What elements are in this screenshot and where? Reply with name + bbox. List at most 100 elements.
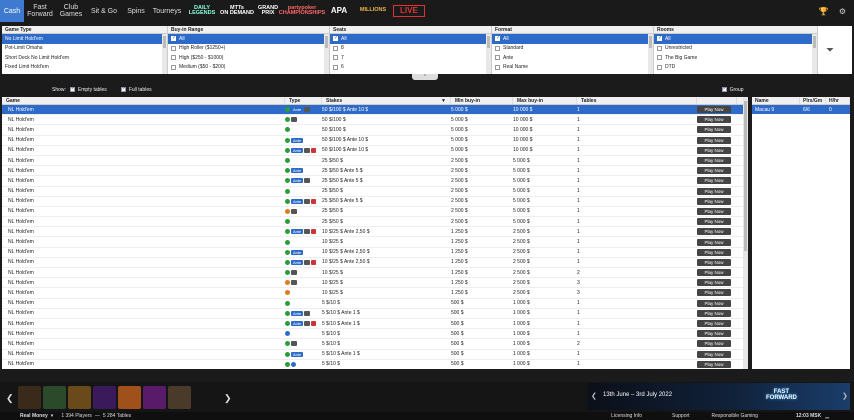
game-thumbnail[interactable] bbox=[93, 386, 116, 409]
play-now-button[interactable]: Play Now bbox=[697, 116, 731, 124]
scrollbar[interactable] bbox=[648, 34, 653, 74]
seats-option[interactable]: 6 bbox=[330, 63, 491, 73]
format-option[interactable]: All bbox=[492, 34, 653, 44]
checkbox[interactable] bbox=[495, 35, 500, 42]
checkbox[interactable] bbox=[495, 45, 500, 51]
rooms-option[interactable]: Unrestricted bbox=[654, 44, 817, 54]
checkbox[interactable] bbox=[171, 55, 176, 61]
table-row[interactable]: NL Hold'em 10 $/25 $ 1 250 $ 2 500 $ 2 Play N… bbox=[2, 268, 743, 279]
checkbox[interactable] bbox=[657, 64, 662, 70]
scrollbar[interactable] bbox=[162, 34, 167, 74]
responsible-gaming-link[interactable]: Responsible Gaming bbox=[712, 413, 758, 419]
play-now-button[interactable]: Play Now bbox=[697, 157, 731, 165]
game-thumbnail[interactable] bbox=[68, 386, 91, 409]
table-row[interactable]: NL Hold'em 25 $/50 $ 2 500 $ 5 000 $ 1 Play N… bbox=[2, 156, 743, 167]
seats-option[interactable]: All bbox=[330, 34, 491, 44]
table-row[interactable]: NL Hold'em 5 $/10 $ 500 $ 1 000 $ 1 Play Now bbox=[2, 360, 743, 369]
buy-in-option[interactable]: Medium ($50 - $200) bbox=[168, 63, 329, 73]
scroll-right-icon[interactable]: ❯ bbox=[224, 393, 232, 404]
play-now-button[interactable]: Play Now bbox=[697, 136, 731, 144]
format-option[interactable]: Standard bbox=[492, 44, 653, 54]
column-stakes[interactable]: Stakes ▼ bbox=[322, 97, 451, 104]
play-now-button[interactable]: Play Now bbox=[697, 167, 731, 175]
tab-fast-forward[interactable]: Fast Forward bbox=[24, 0, 56, 22]
empty-tables-checkbox[interactable] bbox=[69, 86, 75, 92]
scrollbar[interactable] bbox=[812, 34, 817, 74]
filter-icon[interactable]: ⏷ bbox=[818, 26, 842, 74]
play-now-button[interactable]: Play Now bbox=[697, 340, 731, 348]
tab-club-games[interactable]: Club Games bbox=[56, 0, 86, 22]
play-now-button[interactable]: Play Now bbox=[697, 269, 731, 277]
partypoker-championships-logo[interactable]: partypoker CHAMPIONSHIPS bbox=[279, 0, 325, 22]
checkbox[interactable] bbox=[495, 55, 500, 61]
tab-sit-and-go[interactable]: Sit & Go bbox=[86, 0, 122, 22]
scrollbar[interactable] bbox=[324, 34, 329, 74]
buy-in-option[interactable]: All bbox=[168, 34, 329, 44]
tab-cash[interactable]: Cash bbox=[0, 0, 24, 22]
format-option[interactable]: Real Name bbox=[492, 63, 653, 73]
table-row[interactable]: NL Hold'em Ante 50 $/100 $ Ante 10 $ 5 000 … bbox=[2, 105, 743, 116]
money-mode-select[interactable]: Real Money bbox=[20, 413, 48, 419]
seats-option[interactable]: 7 bbox=[330, 53, 491, 63]
mtts-on-demand-logo[interactable]: MTTs ON DEMAND bbox=[220, 0, 254, 22]
table-row[interactable]: NL Hold'em Ante 10 $/25 $ Ante 2,50 $ 1 250… bbox=[2, 258, 743, 268]
table-row[interactable]: NL Hold'em Ante 10 $/25 $ Ante 2,50 $ 1 250… bbox=[2, 248, 743, 258]
play-now-button[interactable]: Play Now bbox=[697, 177, 731, 185]
play-now-button[interactable]: Play Now bbox=[697, 360, 731, 368]
tab-tourneys[interactable]: Tourneys bbox=[150, 0, 184, 22]
checkbox[interactable] bbox=[333, 64, 338, 70]
column-max-buyin[interactable]: Max buy-in bbox=[513, 97, 577, 104]
scroll-left-icon[interactable]: ❮ bbox=[6, 393, 14, 404]
column-type[interactable]: Type bbox=[285, 97, 322, 104]
table-row[interactable]: NL Hold'em 5 $/10 $ 500 $ 1 000 $ 1 Play Now bbox=[2, 329, 743, 340]
table-row[interactable]: NL Hold'em 5 $/10 $ 500 $ 1 000 $ 1 Play Now bbox=[2, 299, 743, 309]
play-now-button[interactable]: Play Now bbox=[697, 228, 731, 236]
banner-prev-icon[interactable]: ❮ bbox=[591, 392, 597, 400]
table-row[interactable]: NL Hold'em Ante 25 $/50 $ Ante 5 $ 2 500 $ 5… bbox=[2, 166, 743, 177]
rooms-option[interactable]: DTD bbox=[654, 63, 817, 73]
rooms-option[interactable]: All bbox=[654, 34, 817, 44]
table-list-item[interactable]: Macau 9 6/6 0 bbox=[752, 105, 850, 114]
game-type-option[interactable]: Fixed Limit Hold'em bbox=[2, 63, 167, 73]
buy-in-option[interactable]: High ($250 - $1000) bbox=[168, 53, 329, 63]
table-row[interactable]: NL Hold'em 25 $/50 $ 2 500 $ 5 000 $ 1 Play N… bbox=[2, 217, 743, 228]
millions-logo[interactable]: MILLIONS bbox=[356, 0, 390, 22]
column-players[interactable]: Plrs/Gm bbox=[800, 97, 826, 104]
game-thumbnail[interactable] bbox=[143, 386, 166, 409]
promo-banner[interactable]: ❮ 13th June – 3rd July 2022 FAST FORWARD… bbox=[588, 383, 850, 410]
table-row[interactable]: NL Hold'em 5 $/10 $ 500 $ 1 000 $ 2 Play Now bbox=[2, 339, 743, 350]
play-now-button[interactable]: Play Now bbox=[697, 238, 731, 246]
rooms-option[interactable]: The Big Game bbox=[654, 53, 817, 63]
checkbox[interactable] bbox=[171, 45, 176, 51]
checkbox[interactable] bbox=[171, 64, 176, 70]
table-row[interactable]: NL Hold'em 10 $/25 $ 1 250 $ 2 500 $ 1 Play N… bbox=[2, 237, 743, 248]
game-thumbnail[interactable] bbox=[18, 386, 41, 409]
tab-spins[interactable]: Spins bbox=[122, 0, 150, 22]
table-row[interactable]: NL Hold'em Ante 10 $/25 $ Ante 2,50 $ 1 250… bbox=[2, 227, 743, 238]
checkbox[interactable] bbox=[333, 55, 338, 61]
buy-in-option[interactable]: High Roller ($1250+) bbox=[168, 44, 329, 54]
play-now-button[interactable]: Play Now bbox=[697, 330, 731, 338]
support-link[interactable]: Support bbox=[672, 413, 690, 419]
table-row[interactable]: NL Hold'em Ante 25 $/50 $ Ante 5 $ 2 500 $ 5… bbox=[2, 176, 743, 187]
game-thumbnail[interactable] bbox=[168, 386, 191, 409]
play-now-button[interactable]: Play Now bbox=[697, 106, 731, 114]
full-tables-checkbox[interactable] bbox=[120, 86, 126, 92]
play-now-button[interactable]: Play Now bbox=[697, 218, 731, 226]
live-logo[interactable]: LIVE bbox=[393, 5, 425, 17]
play-now-button[interactable]: Play Now bbox=[697, 248, 731, 256]
play-now-button[interactable]: Play Now bbox=[697, 146, 731, 154]
minimize-icon[interactable]: ▁ bbox=[825, 413, 829, 419]
game-thumbnail[interactable] bbox=[43, 386, 66, 409]
checkbox[interactable] bbox=[333, 35, 338, 42]
game-type-option[interactable]: Short Deck No Limit Hold'em bbox=[2, 53, 167, 63]
table-row[interactable]: NL Hold'em Ante 25 $/50 $ Ante 5 $ 2 500 $ 5… bbox=[2, 197, 743, 207]
chevron-down-icon[interactable]: ▾ bbox=[51, 413, 54, 419]
game-type-option[interactable]: No Limit Hold'em bbox=[2, 34, 167, 44]
table-row[interactable]: NL Hold'em Ante 50 $/100 $ Ante 10 $ 5 000 … bbox=[2, 136, 743, 146]
play-now-button[interactable]: Play Now bbox=[697, 207, 731, 215]
table-row[interactable]: NL Hold'em Ante 5 $/10 $ Ante 1 $ 500 $ 1 00… bbox=[2, 350, 743, 360]
checkbox[interactable] bbox=[657, 55, 662, 61]
column-name[interactable]: Name bbox=[752, 97, 800, 104]
column-min-buyin[interactable]: Min buy-in bbox=[451, 97, 513, 104]
